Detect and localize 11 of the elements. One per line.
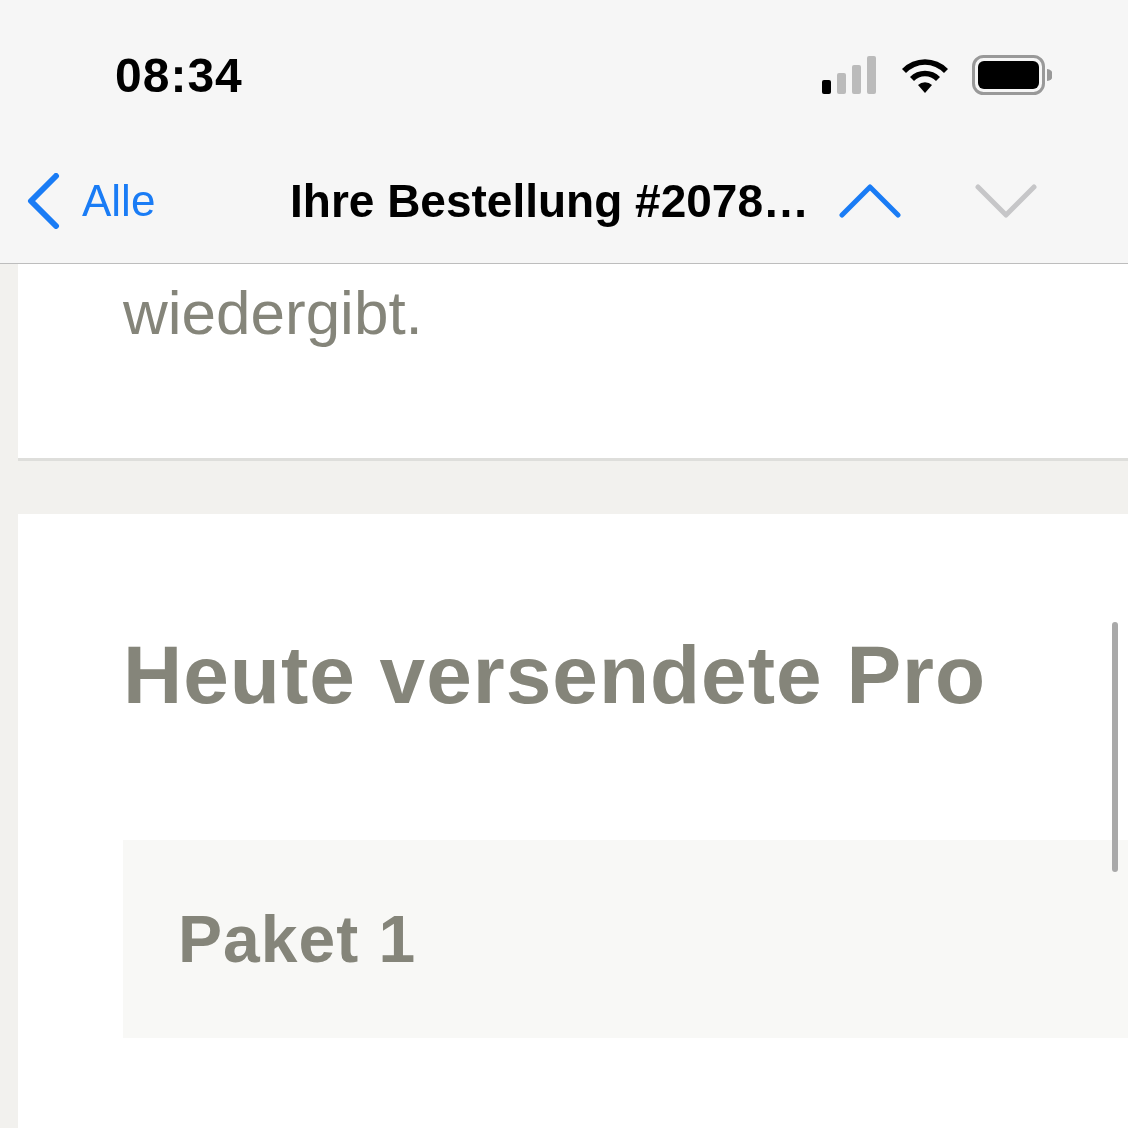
signal-icon [822,56,878,94]
message-title: Ihre Bestellung #2078… [290,173,809,228]
section-heading: Heute versendete Pro [123,634,988,716]
battery-icon [972,55,1052,95]
back-button[interactable]: Alle [26,172,290,229]
clock-time: 08:34 [115,47,244,103]
scrollbar[interactable] [1112,622,1118,872]
chevron-left-icon [26,172,60,229]
previous-message-button[interactable] [839,181,901,220]
wifi-icon [900,57,950,93]
package-title: Paket 1 [178,901,417,977]
